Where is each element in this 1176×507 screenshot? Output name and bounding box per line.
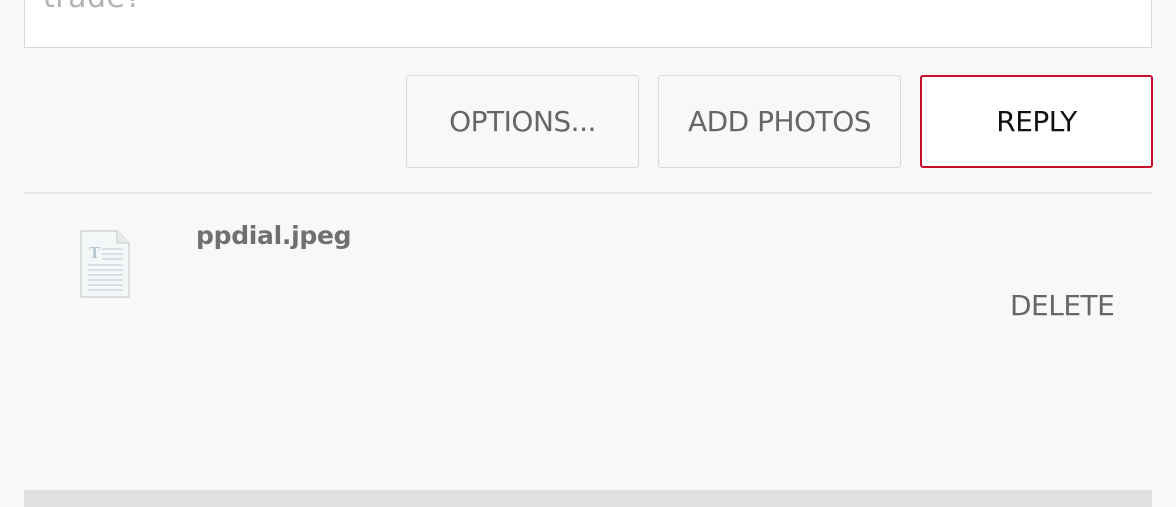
reply-button[interactable]: REPLY xyxy=(920,75,1153,168)
svg-text:T: T xyxy=(89,244,101,262)
bottom-bar xyxy=(24,490,1152,507)
document-icon: T xyxy=(79,229,131,299)
reply-textarea[interactable]: trade? xyxy=(24,0,1152,48)
attachment-item: T ppdial.jpeg DELETE xyxy=(24,194,1152,490)
add-photos-button[interactable]: ADD PHOTOS xyxy=(658,75,901,168)
reply-text: trade? xyxy=(43,0,142,15)
options-button[interactable]: OPTIONS... xyxy=(406,75,639,168)
attachment-file-name: ppdial.jpeg xyxy=(196,221,352,250)
delete-attachment-button[interactable]: DELETE xyxy=(1010,289,1115,322)
